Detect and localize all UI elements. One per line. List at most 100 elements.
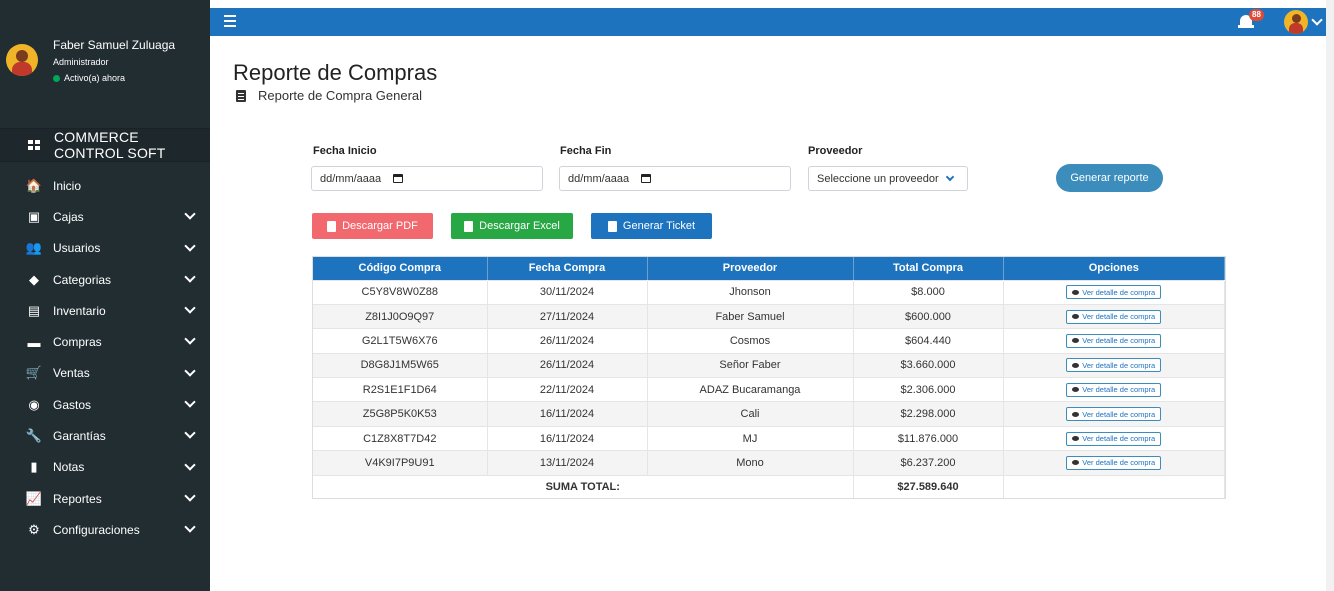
sidebar-item-inventario[interactable]: ▤ Inventario	[0, 295, 210, 326]
sidebar-item-usuarios[interactable]: 👥 Usuarios	[0, 233, 210, 264]
eye-icon	[1072, 289, 1080, 295]
user-status-text: Activo(a) ahora	[64, 73, 126, 83]
chevron-down-icon[interactable]	[1311, 14, 1323, 26]
end-date-input[interactable]: dd/mm/aaaa	[559, 166, 791, 191]
sidebar-item-label: Categorias	[53, 272, 112, 287]
view-purchase-detail-button[interactable]: Ver detalle de compra	[1066, 455, 1162, 470]
column-header[interactable]: Opciones	[1003, 257, 1225, 280]
cell-total: $6.237.200	[853, 450, 1004, 476]
cell-total: $604.440	[853, 328, 1004, 354]
brand[interactable]: COMMERCE CONTROL SOFT	[0, 128, 210, 162]
chevron-down-icon[interactable]	[184, 521, 196, 533]
chevron-down-icon[interactable]	[184, 208, 196, 220]
sidebar-item-label: Notas	[53, 460, 85, 475]
chevron-down-icon[interactable]	[184, 333, 196, 346]
view-purchase-detail-button[interactable]: Ver detalle de compra	[1066, 382, 1162, 397]
cell-provider: MJ	[647, 425, 854, 451]
view-purchase-detail-button[interactable]: Ver detalle de compra	[1066, 285, 1162, 300]
download-excel-button[interactable]: Descargar Excel	[451, 213, 573, 239]
chevron-down-icon[interactable]	[184, 490, 196, 502]
file-excel-icon	[464, 220, 474, 232]
sidebar: Faber Samuel Zuluaga Administrador Activ…	[0, 0, 210, 591]
page-scrollbar[interactable]	[1326, 0, 1334, 591]
coins-icon: ◉	[28, 396, 40, 412]
chevron-down-icon[interactable]	[184, 302, 196, 314]
table-row: C5Y8V8W0Z88 30/11/2024 Jhonson $8.000 Ver de…	[313, 279, 1225, 305]
sidebar-item-garant-as[interactable]: 🔧 Garantías	[0, 420, 210, 451]
cell-code: V4K9I7P9U91	[313, 450, 488, 476]
column-header[interactable]: Fecha Compra	[487, 257, 648, 280]
tag-icon: ◆	[29, 271, 39, 287]
sidebar-item-label: Garantías	[53, 429, 106, 444]
view-purchase-detail-button[interactable]: Ver detalle de compra	[1066, 407, 1162, 422]
eye-icon	[1072, 314, 1080, 320]
sidebar-item-label: Usuarios	[53, 241, 101, 256]
calendar-icon[interactable]	[393, 174, 404, 183]
generate-ticket-label: Generar Ticket	[622, 220, 696, 232]
table-row: C1Z8X8T7D42 16/11/2024 MJ $11.876.000 Ver de…	[313, 425, 1225, 451]
sidebar-item-cajas[interactable]: ▣ Cajas	[0, 201, 210, 232]
cell-code: G2L1T5W6X76	[313, 328, 488, 354]
cell-total: $600.000	[853, 303, 1004, 329]
cash-register-icon: ▣	[27, 208, 41, 224]
sum-total-value: $27.589.640	[853, 474, 1004, 499]
cell-total: $11.876.000	[853, 425, 1004, 451]
view-detail-label: Ver detalle de compra	[1082, 312, 1156, 322]
sidebar-item-ventas[interactable]: 🛒 Ventas	[0, 358, 210, 389]
page-subtitle: Reporte de Compra General	[236, 88, 422, 103]
sidebar-item-notas[interactable]: ▮ Notas	[0, 452, 210, 483]
cell-provider: Mono	[647, 450, 854, 476]
provider-select[interactable]: Seleccione un proveedor	[808, 166, 968, 191]
cell-options: Ver detalle de compra	[1003, 401, 1225, 427]
cell-options: Ver detalle de compra	[1003, 377, 1225, 402]
cell-date: 22/11/2024	[487, 377, 648, 402]
table-row: Z8I1J0O9Q97 27/11/2024 Faber Samuel $600.00…	[313, 303, 1225, 329]
chevron-down-icon[interactable]	[184, 239, 196, 252]
view-detail-label: Ver detalle de compra	[1082, 336, 1156, 346]
chevron-down-icon[interactable]	[184, 427, 196, 440]
clipboard-icon	[236, 89, 246, 102]
chevron-down-icon[interactable]	[184, 271, 196, 283]
box-icon: ▤	[27, 302, 41, 318]
wrench-icon: 🔧	[25, 428, 43, 444]
sidebar-item-label: Inventario	[53, 303, 106, 318]
cell-provider: Cosmos	[647, 328, 854, 354]
sidebar-item-configuraciones[interactable]: ⚙ Configuraciones	[0, 514, 210, 545]
generate-ticket-button[interactable]: Generar Ticket	[591, 213, 712, 239]
cell-date: 13/11/2024	[487, 450, 648, 476]
view-purchase-detail-button[interactable]: Ver detalle de compra	[1066, 358, 1162, 373]
online-dot-icon	[53, 74, 60, 82]
view-purchase-detail-button[interactable]: Ver detalle de compra	[1066, 431, 1162, 446]
user-name: Faber Samuel Zuluaga	[53, 38, 176, 52]
sidebar-item-compras[interactable]: ▬ Compras	[0, 326, 210, 357]
download-pdf-button[interactable]: Descargar PDF	[312, 213, 433, 239]
ticket-icon	[607, 220, 617, 232]
generate-report-button[interactable]: Generar reporte	[1056, 164, 1163, 192]
eye-icon	[1072, 460, 1080, 466]
chevron-down-icon[interactable]	[184, 396, 196, 408]
chevron-down-icon[interactable]	[184, 365, 196, 377]
view-purchase-detail-button[interactable]: Ver detalle de compra	[1066, 333, 1162, 348]
sidebar-item-label: Configuraciones	[53, 522, 140, 537]
sidebar-item-categorias[interactable]: ◆ Categorias	[0, 264, 210, 295]
sidebar-item-reportes[interactable]: 📈 Reportes	[0, 483, 210, 514]
sidebar-item-gastos[interactable]: ◉ Gastos	[0, 389, 210, 420]
column-header[interactable]: Proveedor	[647, 257, 854, 280]
page-title: Reporte de Compras	[233, 60, 438, 85]
column-header[interactable]: Total Compra	[853, 257, 1004, 280]
table-header-row: Código Compra Fecha Compra Proveedor Tot…	[313, 257, 1225, 280]
menu-toggle-icon[interactable]	[224, 15, 236, 27]
sidebar-item-inicio[interactable]: 🏠 Inicio	[0, 170, 210, 201]
user-panel: Faber Samuel Zuluaga Administrador Activ…	[0, 0, 210, 100]
cart-icon: 🛒	[25, 365, 43, 381]
column-header[interactable]: Código Compra	[313, 257, 488, 280]
end-date-value: dd/mm/aaaa	[568, 172, 630, 185]
user-role: Administrador	[53, 57, 109, 67]
chevron-down-icon[interactable]	[184, 459, 196, 471]
view-purchase-detail-button[interactable]: Ver detalle de compra	[1066, 309, 1162, 324]
view-detail-label: Ver detalle de compra	[1082, 385, 1156, 395]
calendar-icon[interactable]	[641, 174, 652, 183]
start-date-input[interactable]: dd/mm/aaaa	[311, 166, 543, 191]
topbar-avatar[interactable]	[1284, 10, 1308, 34]
windows-icon	[28, 140, 40, 150]
